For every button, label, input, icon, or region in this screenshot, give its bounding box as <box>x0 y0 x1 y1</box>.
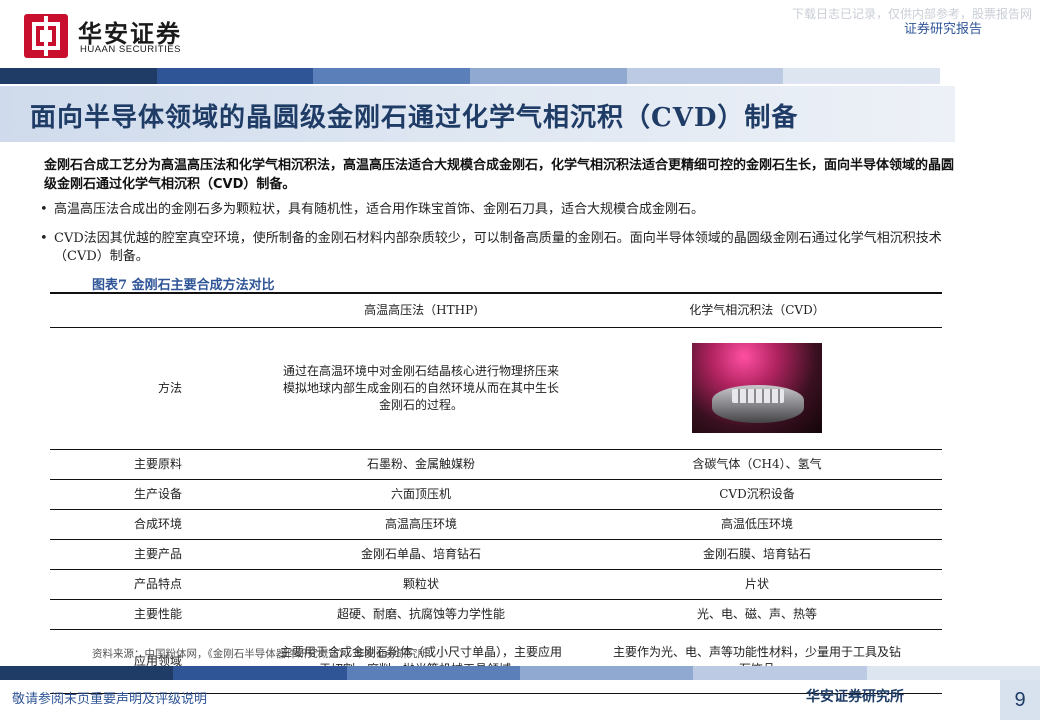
table-row: 应用领域 主要用于合成金刚石粉体（或小尺寸单晶），主要应用于切割、磨削、抛光等机… <box>50 629 942 694</box>
report-type-label: 证券研究报告 <box>903 22 982 37</box>
table-header-cell <box>50 292 270 328</box>
table-header-cell: 化学气相沉积法（CVD） <box>572 292 942 328</box>
brand-name-en: HUAAN SECURITIES <box>80 44 181 55</box>
cvd-cell: 主要作为光、电、声等功能性材料，少量用于工具及钻石饰品 <box>572 629 942 694</box>
page-number: 9 <box>1000 680 1040 720</box>
row-label: 主要原料 <box>50 449 270 480</box>
bullet-item-2: CVD法因其优越的腔室真空环境，使所制备的金刚石材料内部杂质较少，可以制备高质量… <box>40 230 970 266</box>
hthp-cell: 主要用于合成金刚石粉体（或小尺寸单晶），主要应用于切割、磨削、抛光等机械工具领域… <box>270 629 572 694</box>
decorative-top-bar <box>0 68 941 84</box>
cvd-cell: CVD沉积设备 <box>572 479 942 510</box>
row-label: 主要产品 <box>50 539 270 570</box>
lead-paragraph: 金刚石合成工艺分为高温高压法和化学气相沉积法，高温高压法适合大规模合成金刚石，化… <box>44 158 955 192</box>
row-label: 方法 <box>50 327 270 450</box>
bullet-item-1: 高温高压法合成出的金刚石多为颗粒状，具有随机性，适合用作珠宝首饰、金刚石刀具，适… <box>40 201 970 219</box>
decorative-bottom-bar <box>0 666 1040 680</box>
row-label: 主要性能 <box>50 599 270 630</box>
table-row: 方法 通过在高温环境中对金刚石结晶核心进行物理挤压来模拟地球内部生成金刚石的自然… <box>50 327 942 450</box>
page-title: 面向半导体领域的晶圆级金刚石通过化学气相沉积（CVD）制备 <box>30 103 799 133</box>
figure-caption: 图表7 金刚石主要合成方法对比 <box>92 278 275 293</box>
table-row: 主要原料 石墨粉、金属触媒粉 含碳气体（CH4）、氢气 <box>50 449 942 480</box>
hthp-cell: 超硬、耐磨、抗腐蚀等力学性能 <box>270 599 572 630</box>
comparison-table: 高温高压法（HTHP) 化学气相沉积法（CVD） 方法 通过在高温环境中对金刚石… <box>50 292 942 694</box>
hthp-cell: 金刚石单晶、培育钻石 <box>270 539 572 570</box>
hthp-cell: 高温高压环境 <box>270 509 572 540</box>
brand-logo-icon <box>24 14 68 58</box>
table-row: 主要性能 超硬、耐磨、抗腐蚀等力学性能 光、电、磁、声、热等 <box>50 599 942 630</box>
table-row: 合成环境 高温高压环境 高温低压环境 <box>50 509 942 540</box>
hthp-cell: 石墨粉、金属触媒粉 <box>270 449 572 480</box>
cvd-cell: 高温低压环境 <box>572 509 942 540</box>
row-label: 产品特点 <box>50 569 270 600</box>
cvd-cell: 金刚石膜、培育钻石 <box>572 539 942 570</box>
footer-disclaimer: 敬请参阅末页重要声明及评级说明 <box>12 692 208 707</box>
row-label: 应用领域 <box>50 629 270 694</box>
table-row: 主要产品 金刚石单晶、培育钻石 金刚石膜、培育钻石 <box>50 539 942 570</box>
hthp-cell: 通过在高温环境中对金刚石结晶核心进行物理挤压来模拟地球内部生成金刚石的自然环境从… <box>270 327 572 450</box>
cvd-cell <box>572 327 942 450</box>
row-label: 生产设备 <box>50 479 270 510</box>
table-header-row: 高温高压法（HTHP) 化学气相沉积法（CVD） <box>50 292 942 328</box>
cvd-process-image <box>692 343 822 433</box>
table-header-cell: 高温高压法（HTHP) <box>270 292 572 328</box>
hthp-cell: 六面顶压机 <box>270 479 572 510</box>
table-row: 产品特点 颗粒状 片状 <box>50 569 942 600</box>
cvd-cell: 含碳气体（CH4）、氢气 <box>572 449 942 480</box>
hthp-cell: 颗粒状 <box>270 569 572 600</box>
table-row: 生产设备 六面顶压机 CVD沉积设备 <box>50 479 942 510</box>
source-note: 资料来源：中国粉体网，《金刚石半导体器件研究概述》，华安证券研究所 <box>92 648 428 660</box>
cvd-cell: 片状 <box>572 569 942 600</box>
footer-institute: 华安证券研究所 <box>806 689 904 705</box>
cvd-cell: 光、电、磁、声、热等 <box>572 599 942 630</box>
row-label: 合成环境 <box>50 509 270 540</box>
